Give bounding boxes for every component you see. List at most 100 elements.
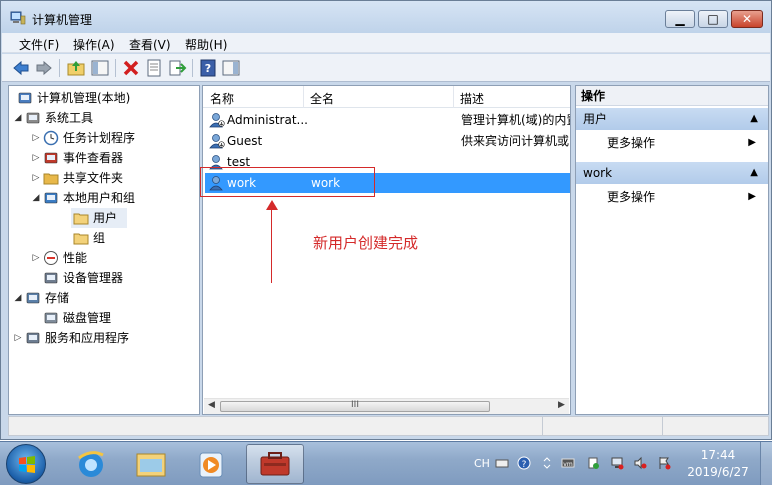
close-button[interactable]: ✕: [731, 10, 763, 28]
expand-arrow-icon[interactable]: ◢: [13, 108, 23, 128]
performance-icon: [44, 251, 58, 265]
more-actions-label: 更多操作: [607, 136, 656, 150]
maximize-icon: □: [707, 12, 719, 26]
taskbar-computer-management[interactable]: [246, 444, 304, 484]
tree-item-label: 存储: [45, 291, 70, 305]
show-desktop-button[interactable]: [760, 442, 772, 485]
more-actions-item[interactable]: 更多操作 ▶: [576, 187, 768, 207]
action-group-title: work: [583, 166, 613, 180]
scroll-thumb[interactable]: III: [220, 400, 490, 412]
input-language[interactable]: CH: [474, 457, 490, 470]
computer-management-window: 计算机管理 ▁ □ ✕ 文件(F) 操作(A) 查看(V) 帮助(H) ? 计算…: [0, 0, 772, 440]
console-tree: 计算机管理(本地) ◢ 系统工具 ▷ 任务计划程序 ▷ 事件查看器 ▷ 共享文件夹 ◢ 本地用户和组…: [8, 85, 200, 415]
tree-item-1[interactable]: ◢ 系统工具: [11, 108, 197, 128]
expand-arrow-icon[interactable]: ▷: [31, 128, 41, 148]
status-divider: [542, 417, 543, 435]
tree-item-5[interactable]: ◢ 本地用户和组: [11, 188, 197, 208]
start-button[interactable]: [6, 444, 46, 484]
expand-arrow-icon[interactable]: ▷: [13, 328, 23, 348]
tree-item-label: 用户: [93, 211, 118, 225]
tree-item-label: 计算机管理(本地): [37, 91, 131, 105]
scroll-grip: III: [351, 400, 359, 410]
user-row[interactable]: Guest 供来宾访问计算机或: [205, 131, 570, 151]
clock-time: 17:44: [700, 448, 736, 462]
flag-alert-icon[interactable]: [657, 456, 671, 470]
scroll-right-icon[interactable]: ▶: [558, 400, 565, 410]
maximize-button[interactable]: □: [698, 10, 728, 28]
tree-item-4[interactable]: ▷ 共享文件夹: [11, 168, 197, 188]
taskbar-ie[interactable]: [62, 444, 120, 484]
keyboard-icon[interactable]: [495, 456, 509, 470]
volume-muted-icon[interactable]: [633, 456, 647, 470]
forward-arrow-icon[interactable]: [34, 58, 54, 78]
title-bar[interactable]: 计算机管理 ▁ □ ✕: [1, 1, 771, 33]
expand-arrow-icon[interactable]: ▷: [31, 248, 41, 268]
column-fullname[interactable]: 全名: [310, 90, 334, 107]
tree-item-label: 共享文件夹: [63, 171, 124, 185]
column-divider[interactable]: [453, 86, 454, 108]
delete-icon[interactable]: [121, 58, 141, 78]
tree-item-2[interactable]: ▷ 任务计划程序: [11, 128, 197, 148]
tree-item-7[interactable]: 组: [11, 228, 197, 248]
menu-file[interactable]: 文件(F): [19, 36, 59, 53]
tree-item-0[interactable]: 计算机管理(本地): [11, 88, 197, 108]
tree-item-11[interactable]: 磁盘管理: [11, 308, 197, 328]
user-row[interactable]: Administrat... 管理计算机(域)的内置: [205, 110, 570, 130]
expand-arrow-icon[interactable]: ◢: [13, 288, 23, 308]
clock-icon: [43, 130, 59, 146]
annotation-arrow-head: [266, 200, 278, 210]
collapse-icon[interactable]: ▲: [750, 108, 758, 130]
menu-help[interactable]: 帮助(H): [185, 36, 227, 53]
expand-arrow-icon[interactable]: ▷: [31, 168, 41, 188]
action-group-users[interactable]: 用户 ▲: [576, 108, 768, 130]
action-center-icon[interactable]: [586, 456, 600, 470]
event-viewer-icon: [44, 152, 58, 164]
back-arrow-icon[interactable]: [11, 58, 31, 78]
action-group-work[interactable]: work ▲: [576, 162, 768, 184]
device-manager-icon: [44, 272, 58, 284]
help-tray-icon[interactable]: ?: [517, 456, 531, 470]
help-icon[interactable]: ?: [198, 58, 218, 78]
vm-tools-icon[interactable]: vm: [561, 456, 575, 470]
action-group-title: 用户: [583, 112, 608, 126]
tools-icon: [26, 112, 40, 124]
expand-arrow-icon[interactable]: ◢: [31, 188, 41, 208]
tree-item-3[interactable]: ▷ 事件查看器: [11, 148, 197, 168]
properties-icon[interactable]: [144, 58, 164, 78]
minimize-button[interactable]: ▁: [665, 10, 695, 28]
list-header: 名称 全名 描述: [203, 86, 570, 108]
expand-arrow-icon[interactable]: ▷: [31, 148, 41, 168]
clock[interactable]: 17:44 2019/6/27: [686, 447, 750, 481]
tree-item-label: 系统工具: [45, 111, 94, 125]
tree-item-12[interactable]: ▷ 服务和应用程序: [11, 328, 197, 348]
tree-item-8[interactable]: ▷ 性能: [11, 248, 197, 268]
submenu-arrow-icon: ▶: [748, 191, 756, 202]
column-divider[interactable]: [303, 86, 304, 108]
column-description[interactable]: 描述: [460, 90, 484, 107]
taskbar: CH ? vm 17:44 2019/6/27: [0, 441, 772, 485]
user-account-icon: [209, 113, 225, 128]
user-name-cell: Administrat...: [227, 113, 307, 127]
menu-view[interactable]: 查看(V): [129, 36, 171, 53]
tree-item-label: 任务计划程序: [63, 131, 136, 145]
show-hide-action-pane-icon[interactable]: [221, 58, 241, 78]
up-folder-icon[interactable]: [66, 58, 86, 78]
tree-item-9[interactable]: 设备管理器: [11, 268, 197, 288]
taskbar-explorer[interactable]: [122, 444, 180, 484]
collapse-icon[interactable]: ▲: [750, 162, 758, 184]
menu-action[interactable]: 操作(A): [73, 36, 115, 53]
show-hide-tree-icon[interactable]: [90, 58, 110, 78]
horizontal-scrollbar[interactable]: ◀ III ▶: [204, 398, 569, 414]
tray-expand-icon[interactable]: [540, 456, 554, 470]
export-icon[interactable]: [167, 58, 187, 78]
scroll-left-icon[interactable]: ◀: [208, 400, 215, 410]
tree-item-6[interactable]: 用户: [71, 208, 127, 228]
taskbar-media-player[interactable]: [182, 444, 240, 484]
network-icon[interactable]: [610, 456, 624, 470]
annotation-highlight-box: [200, 167, 375, 197]
file-explorer-icon: [136, 453, 166, 477]
column-name[interactable]: 名称: [210, 90, 234, 107]
tree-item-10[interactable]: ◢ 存储: [11, 288, 197, 308]
tree-item-label: 组: [93, 231, 106, 245]
more-actions-item[interactable]: 更多操作 ▶: [576, 133, 768, 153]
